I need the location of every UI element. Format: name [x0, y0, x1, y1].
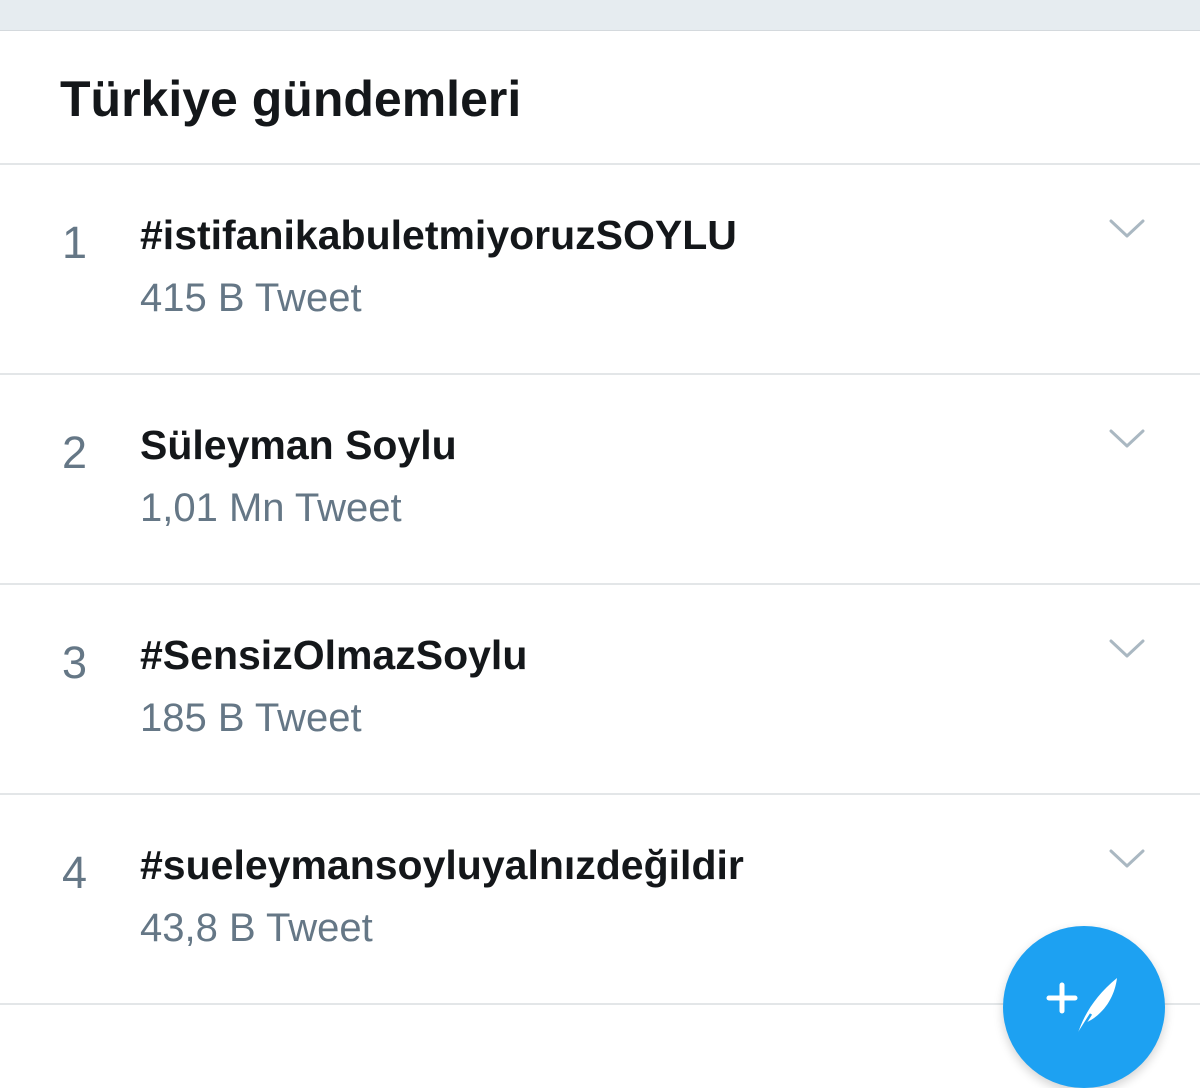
- compose-tweet-icon: [1046, 978, 1117, 1037]
- trend-rank: 3: [62, 637, 88, 688]
- trend-name[interactable]: Süleyman Soylu: [140, 419, 457, 471]
- chevron-down-icon[interactable]: [1108, 427, 1146, 451]
- page-title: Türkiye gündemleri: [60, 71, 522, 127]
- trend-item-2[interactable]: 2 Süleyman Soylu 1,01 Mn Tweet: [0, 375, 1200, 585]
- chevron-down-icon[interactable]: [1108, 217, 1146, 241]
- trend-item-1[interactable]: 1 #istifanikabuletmiyoruzSOYLU 415 B Twe…: [0, 165, 1200, 375]
- compose-tweet-button[interactable]: [1003, 926, 1165, 1088]
- trend-tweet-count: 185 B Tweet: [140, 696, 362, 740]
- trend-item-3[interactable]: 3 #SensizOlmazSoylu 185 B Tweet: [0, 585, 1200, 795]
- trend-name[interactable]: #sueleymansoyluyalnızdeğildir: [140, 839, 744, 891]
- top-strip: [0, 0, 1200, 31]
- trends-header: Türkiye gündemleri: [0, 31, 1200, 165]
- trend-rank: 4: [62, 847, 88, 898]
- trend-rank: 2: [62, 427, 88, 478]
- trend-rank: 1: [62, 217, 88, 268]
- trend-tweet-count: 43,8 B Tweet: [140, 906, 373, 950]
- trend-tweet-count: 1,01 Mn Tweet: [140, 486, 402, 530]
- chevron-down-icon[interactable]: [1108, 847, 1146, 871]
- trend-name[interactable]: #istifanikabuletmiyoruzSOYLU: [140, 209, 737, 261]
- trend-name[interactable]: #SensizOlmazSoylu: [140, 629, 527, 681]
- chevron-down-icon[interactable]: [1108, 637, 1146, 661]
- trend-tweet-count: 415 B Tweet: [140, 276, 362, 320]
